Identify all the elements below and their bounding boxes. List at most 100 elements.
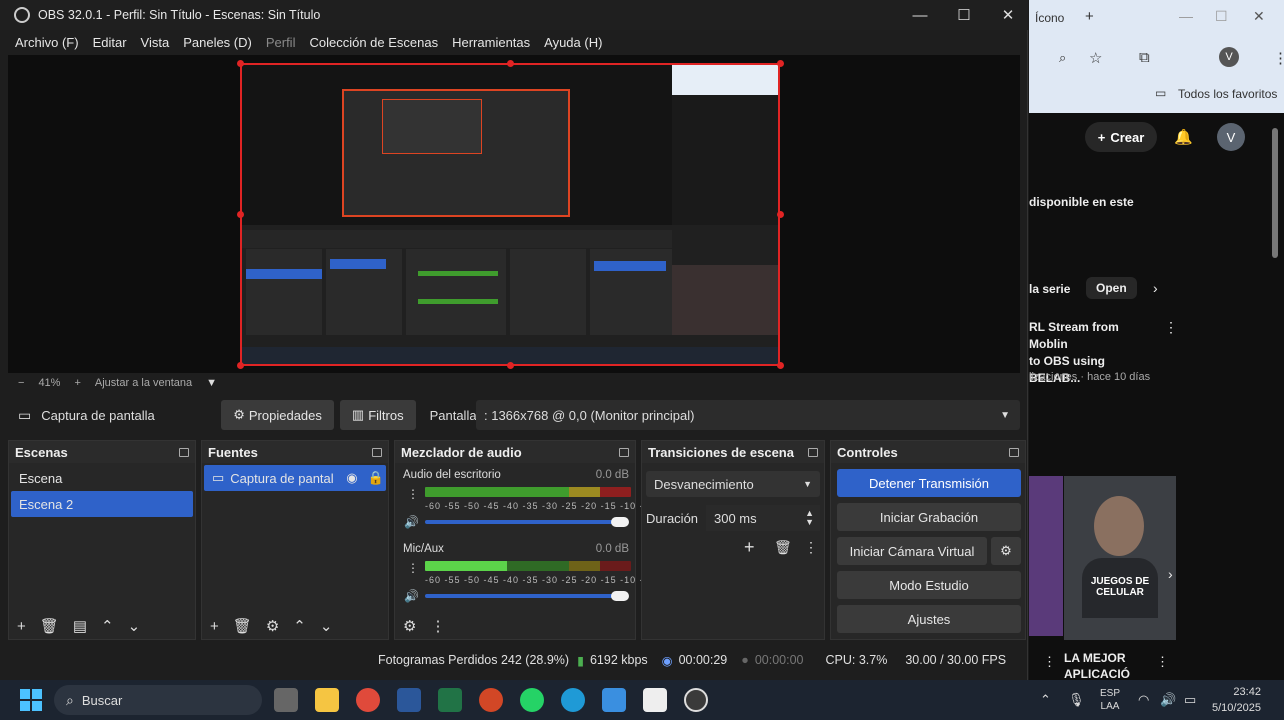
chevron-down-icon[interactable]: ▼ [206, 377, 217, 389]
close-icon[interactable]: ✕ [1253, 8, 1265, 25]
more-icon[interactable]: ⋮ [1043, 654, 1056, 670]
gear-icon[interactable]: ⚙ [266, 617, 279, 635]
more-icon[interactable]: ⋮ [407, 561, 419, 575]
more-icon[interactable]: ⋮ [804, 539, 818, 556]
menu-vista[interactable]: Vista [141, 35, 170, 50]
powerpoint-icon[interactable] [479, 688, 503, 712]
menu-coleccion[interactable]: Colección de Escenas [309, 35, 438, 50]
volume-slider[interactable] [425, 594, 625, 598]
extensions-icon[interactable]: ⧉ [1139, 49, 1150, 66]
lock-icon[interactable]: 🔒 [368, 470, 384, 486]
word-icon[interactable] [397, 688, 421, 712]
chevron-up-icon[interactable]: ⌃ [293, 617, 306, 635]
more-icon[interactable]: ⋮ [1156, 654, 1169, 670]
menu-herramientas[interactable]: Herramientas [452, 35, 530, 50]
menu-perfil[interactable]: Perfil [266, 35, 296, 50]
favorites-label[interactable]: Todos los favoritos [1178, 87, 1277, 101]
wifi-icon[interactable]: ◠ [1138, 692, 1149, 708]
zoom-in-button[interactable]: + [74, 377, 80, 389]
video2-title[interactable]: LA MEJOR APLICACIÓ [1064, 650, 1154, 678]
volume-slider[interactable] [425, 520, 625, 524]
excel-icon[interactable] [438, 688, 462, 712]
language-indicator[interactable]: ESP LAA [1100, 687, 1120, 713]
start-recording-button[interactable]: Iniciar Grabación [837, 503, 1021, 531]
chrome-icon[interactable] [356, 688, 380, 712]
task-view-icon[interactable] [274, 688, 298, 712]
store-icon[interactable] [602, 688, 626, 712]
minimize-button[interactable]: — [898, 0, 942, 30]
menu-editar[interactable]: Editar [93, 35, 127, 50]
undock-icon[interactable] [619, 447, 629, 457]
scene-item-selected[interactable]: Escena 2 [11, 491, 193, 517]
zoom-icon[interactable]: ⌕ [1059, 50, 1066, 66]
file-explorer-icon[interactable] [315, 688, 339, 712]
video-thumbnail[interactable]: JUEGOS DE CELULAR [1064, 476, 1176, 640]
menu-ayuda[interactable]: Ayuda (H) [544, 35, 602, 50]
eye-icon[interactable]: ◉ [346, 470, 357, 486]
minimize-icon[interactable]: — [1179, 8, 1193, 24]
windows-start-icon[interactable] [20, 689, 42, 711]
search-box[interactable]: ⌕ Buscar [54, 685, 262, 715]
more-icon[interactable]: ⋮ [1273, 49, 1284, 67]
speaker-icon[interactable]: 🔊 [404, 515, 419, 529]
profile-avatar[interactable]: V [1219, 47, 1239, 67]
chip-series[interactable]: la serie [1029, 282, 1070, 296]
undock-icon[interactable] [372, 447, 382, 457]
undock-icon[interactable] [1009, 447, 1019, 457]
chevron-down-icon[interactable]: ⌄ [320, 617, 333, 635]
trash-icon[interactable]: 🗑 [774, 539, 792, 556]
chip-open[interactable]: Open [1086, 277, 1137, 299]
new-tab-icon[interactable]: + [1085, 8, 1094, 25]
chevron-right-icon[interactable]: › [1153, 280, 1158, 296]
close-button[interactable]: ✕ [986, 0, 1030, 30]
star-icon[interactable]: ☆ [1089, 49, 1102, 67]
account-avatar[interactable]: V [1217, 123, 1245, 151]
whatsapp-icon[interactable] [520, 688, 544, 712]
transition-select[interactable]: Desvanecimiento ▼ [646, 471, 820, 497]
zoom-out-button[interactable]: − [18, 377, 24, 389]
preview-capture[interactable] [240, 63, 780, 366]
scrollbar[interactable] [1272, 128, 1278, 258]
scene-item[interactable]: Escena [11, 465, 193, 491]
video-thumbnail[interactable] [1029, 476, 1063, 636]
speaker-icon[interactable]: 🔊 [404, 589, 419, 603]
start-virtual-camera-button[interactable]: Iniciar Cámara Virtual [837, 537, 987, 565]
battery-icon[interactable]: ▭ [1184, 692, 1196, 708]
display-select[interactable]: : 1366x768 @ 0,0 (Monitor principal) ▼ [476, 400, 1020, 430]
edge-icon[interactable] [561, 688, 585, 712]
maximize-icon[interactable]: ☐ [1215, 8, 1228, 25]
trash-icon[interactable]: 🗑 [233, 617, 252, 635]
obs-icon[interactable] [684, 688, 708, 712]
menu-paneles[interactable]: Paneles (D) [183, 35, 252, 50]
fit-window-label[interactable]: Ajustar a la ventana [95, 377, 192, 389]
microphone-icon[interactable]: 🎙 [1068, 692, 1085, 708]
settings-button[interactable]: Ajustes [837, 605, 1021, 633]
volume-slider-knob[interactable] [611, 517, 629, 527]
filters-button[interactable]: ▥ Filtros [339, 400, 416, 430]
duration-input[interactable]: 300 ms ▲ ▼ [706, 505, 820, 531]
more-icon[interactable]: ⋮ [407, 487, 419, 501]
add-icon[interactable]: + [17, 618, 26, 635]
add-icon[interactable]: + [210, 618, 219, 635]
source-item[interactable]: ▭ Captura de pantal ◉ 🔒 [204, 465, 386, 491]
menu-archivo[interactable]: Archivo (F) [15, 35, 79, 50]
chevron-up-icon[interactable]: ⌃ [101, 617, 114, 635]
stepper-icon[interactable]: ▲ ▼ [805, 509, 814, 527]
chevron-down-icon[interactable]: ⌄ [128, 617, 141, 635]
volume-slider-knob[interactable] [611, 591, 629, 601]
chevron-up-icon[interactable]: ⌃ [1040, 692, 1051, 708]
clock[interactable]: 23:42 5/10/2025 [1212, 684, 1261, 716]
properties-button[interactable]: ⚙ Propiedades [221, 400, 334, 430]
gear-icon[interactable]: ⚙ [991, 537, 1021, 565]
filter-icon[interactable]: ▤ [73, 617, 87, 635]
chevron-right-icon[interactable]: › [1168, 566, 1173, 582]
stop-streaming-button[interactable]: Detener Transmisión [837, 469, 1021, 497]
bell-icon[interactable]: 🔔 [1174, 128, 1193, 146]
gear-icon[interactable]: ⚙ [403, 617, 416, 635]
create-button[interactable]: + Crear [1085, 122, 1157, 152]
capcut-icon[interactable] [643, 688, 667, 712]
volume-icon[interactable]: 🔊 [1160, 692, 1176, 708]
maximize-button[interactable]: ☐ [942, 0, 986, 30]
undock-icon[interactable] [179, 447, 189, 457]
add-icon[interactable]: + [744, 537, 755, 558]
